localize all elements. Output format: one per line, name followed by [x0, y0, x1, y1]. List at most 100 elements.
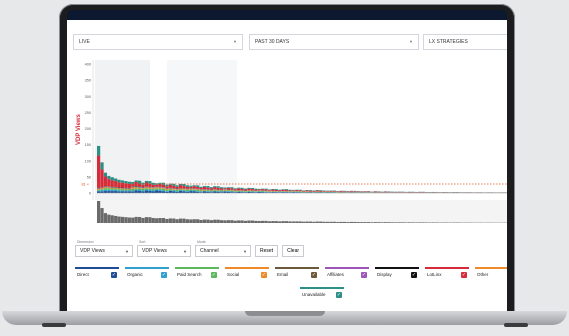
bar-segment[interactable] — [100, 190, 104, 192]
bar-segment[interactable] — [179, 189, 183, 191]
bar-segment[interactable] — [343, 191, 347, 192]
bar-segment[interactable] — [165, 191, 169, 192]
bar-segment[interactable] — [175, 186, 179, 189]
bar-segment[interactable] — [329, 190, 333, 192]
bar-segment[interactable] — [288, 189, 292, 191]
bar-segment[interactable] — [233, 188, 237, 190]
bar-segment[interactable] — [114, 188, 118, 190]
bar-segment[interactable] — [189, 188, 193, 190]
bar-segment[interactable] — [151, 188, 155, 189]
bar-segment[interactable] — [192, 189, 196, 190]
bar-segment[interactable] — [134, 186, 138, 188]
dimension-select[interactable]: Dimension VDP Views ▼ — [75, 240, 133, 257]
bar-segment[interactable] — [117, 188, 121, 190]
bar-segment[interactable] — [302, 190, 306, 192]
bar-segment[interactable] — [148, 190, 152, 193]
bar-segment[interactable] — [298, 190, 302, 192]
bar-segment[interactable] — [254, 188, 258, 190]
bar-segment[interactable] — [168, 184, 172, 188]
bar-segment[interactable] — [230, 188, 234, 190]
bar-segment[interactable] — [148, 189, 152, 191]
bar-segment[interactable] — [254, 189, 258, 191]
bar-segment[interactable] — [284, 190, 289, 192]
bar-segment[interactable] — [189, 185, 193, 187]
bar-segment[interactable] — [175, 185, 179, 187]
bar-segment[interactable] — [209, 191, 213, 193]
bar-segment[interactable] — [305, 190, 309, 192]
bar-segment[interactable] — [158, 190, 162, 193]
bar-segment[interactable] — [220, 188, 224, 190]
bar-segment[interactable] — [134, 189, 138, 191]
bar-segment[interactable] — [172, 189, 176, 191]
bar-segment[interactable] — [261, 191, 265, 193]
bar-segment[interactable] — [117, 179, 121, 183]
bar-segment[interactable] — [216, 190, 220, 192]
bar-segment[interactable] — [97, 188, 101, 190]
bar-segment[interactable] — [264, 188, 268, 190]
legend-item-affiliates[interactable]: Affiliates ✓ — [325, 267, 369, 281]
bar-segment[interactable] — [199, 191, 203, 193]
status-filter-select[interactable]: LIVE ▼ — [73, 34, 243, 50]
bar-segment[interactable] — [155, 184, 159, 187]
bar-segment[interactable] — [120, 188, 125, 190]
bar-segment[interactable] — [302, 190, 306, 191]
bar-segment[interactable] — [107, 179, 111, 187]
bar-segment[interactable] — [206, 187, 210, 190]
bar-segment[interactable] — [127, 183, 131, 188]
bar-segment[interactable] — [141, 188, 145, 189]
bar-segment[interactable] — [271, 189, 275, 191]
bar-segment[interactable] — [209, 187, 213, 189]
bar-segment[interactable] — [349, 191, 354, 192]
bar-segment[interactable] — [192, 186, 196, 189]
bar-segment[interactable] — [233, 189, 237, 191]
bar-segment[interactable] — [220, 187, 224, 189]
bar-segment[interactable] — [107, 188, 111, 190]
bar-segment[interactable] — [243, 188, 248, 190]
bar-segment[interactable] — [182, 189, 186, 190]
bar-segment[interactable] — [165, 188, 169, 190]
sort-select[interactable]: Sort VDP Views ▼ — [137, 240, 191, 257]
checkbox-checked-icon[interactable]: ✓ — [111, 272, 117, 278]
bar-segment[interactable] — [120, 189, 125, 191]
bar-segment[interactable] — [223, 190, 227, 192]
bar-segment[interactable] — [353, 191, 357, 192]
bar-segment[interactable] — [103, 188, 108, 190]
bar-segment[interactable] — [196, 185, 200, 187]
bar-segment[interactable] — [144, 182, 149, 187]
bar-segment[interactable] — [158, 187, 162, 188]
bar-segment[interactable] — [257, 189, 261, 191]
bar-segment[interactable] — [131, 190, 135, 192]
bar-segment[interactable] — [138, 190, 142, 193]
bar-segment[interactable] — [179, 185, 183, 189]
bar-segment[interactable] — [117, 189, 121, 191]
bar-segment[interactable] — [243, 191, 248, 192]
bar-segment[interactable] — [168, 190, 172, 191]
bar-segment[interactable] — [185, 185, 190, 187]
bar-segment[interactable] — [250, 191, 254, 193]
bar-segment[interactable] — [161, 190, 166, 192]
bar-segment[interactable] — [247, 187, 251, 189]
bar-segment[interactable] — [332, 191, 336, 192]
legend-item-paid-search[interactable]: Paid Search ✓ — [175, 267, 219, 281]
bar-segment[interactable] — [319, 190, 323, 191]
bar-segment[interactable] — [230, 191, 234, 193]
bar-segment[interactable] — [144, 187, 149, 189]
bar-segment[interactable] — [114, 187, 118, 189]
bar-segment[interactable] — [151, 188, 155, 191]
bar-segment[interactable] — [312, 191, 316, 192]
bar-segment[interactable] — [322, 191, 326, 192]
reset-button[interactable]: Reset — [255, 245, 279, 257]
checkbox-checked-icon[interactable]: ✓ — [336, 292, 342, 298]
bar-segment[interactable] — [196, 191, 200, 192]
bar-segment[interactable] — [138, 180, 142, 184]
bar-segment[interactable] — [295, 190, 299, 192]
bar-segment[interactable] — [202, 190, 207, 192]
bar-segment[interactable] — [179, 188, 183, 190]
legend-item-display[interactable]: Display ✓ — [375, 267, 419, 281]
bar-segment[interactable] — [114, 191, 118, 193]
bar-segment[interactable] — [131, 184, 135, 187]
bar-segment[interactable] — [185, 186, 190, 189]
bar-segment[interactable] — [202, 189, 207, 191]
bar-segment[interactable] — [97, 155, 101, 188]
bar-segment[interactable] — [158, 189, 162, 191]
